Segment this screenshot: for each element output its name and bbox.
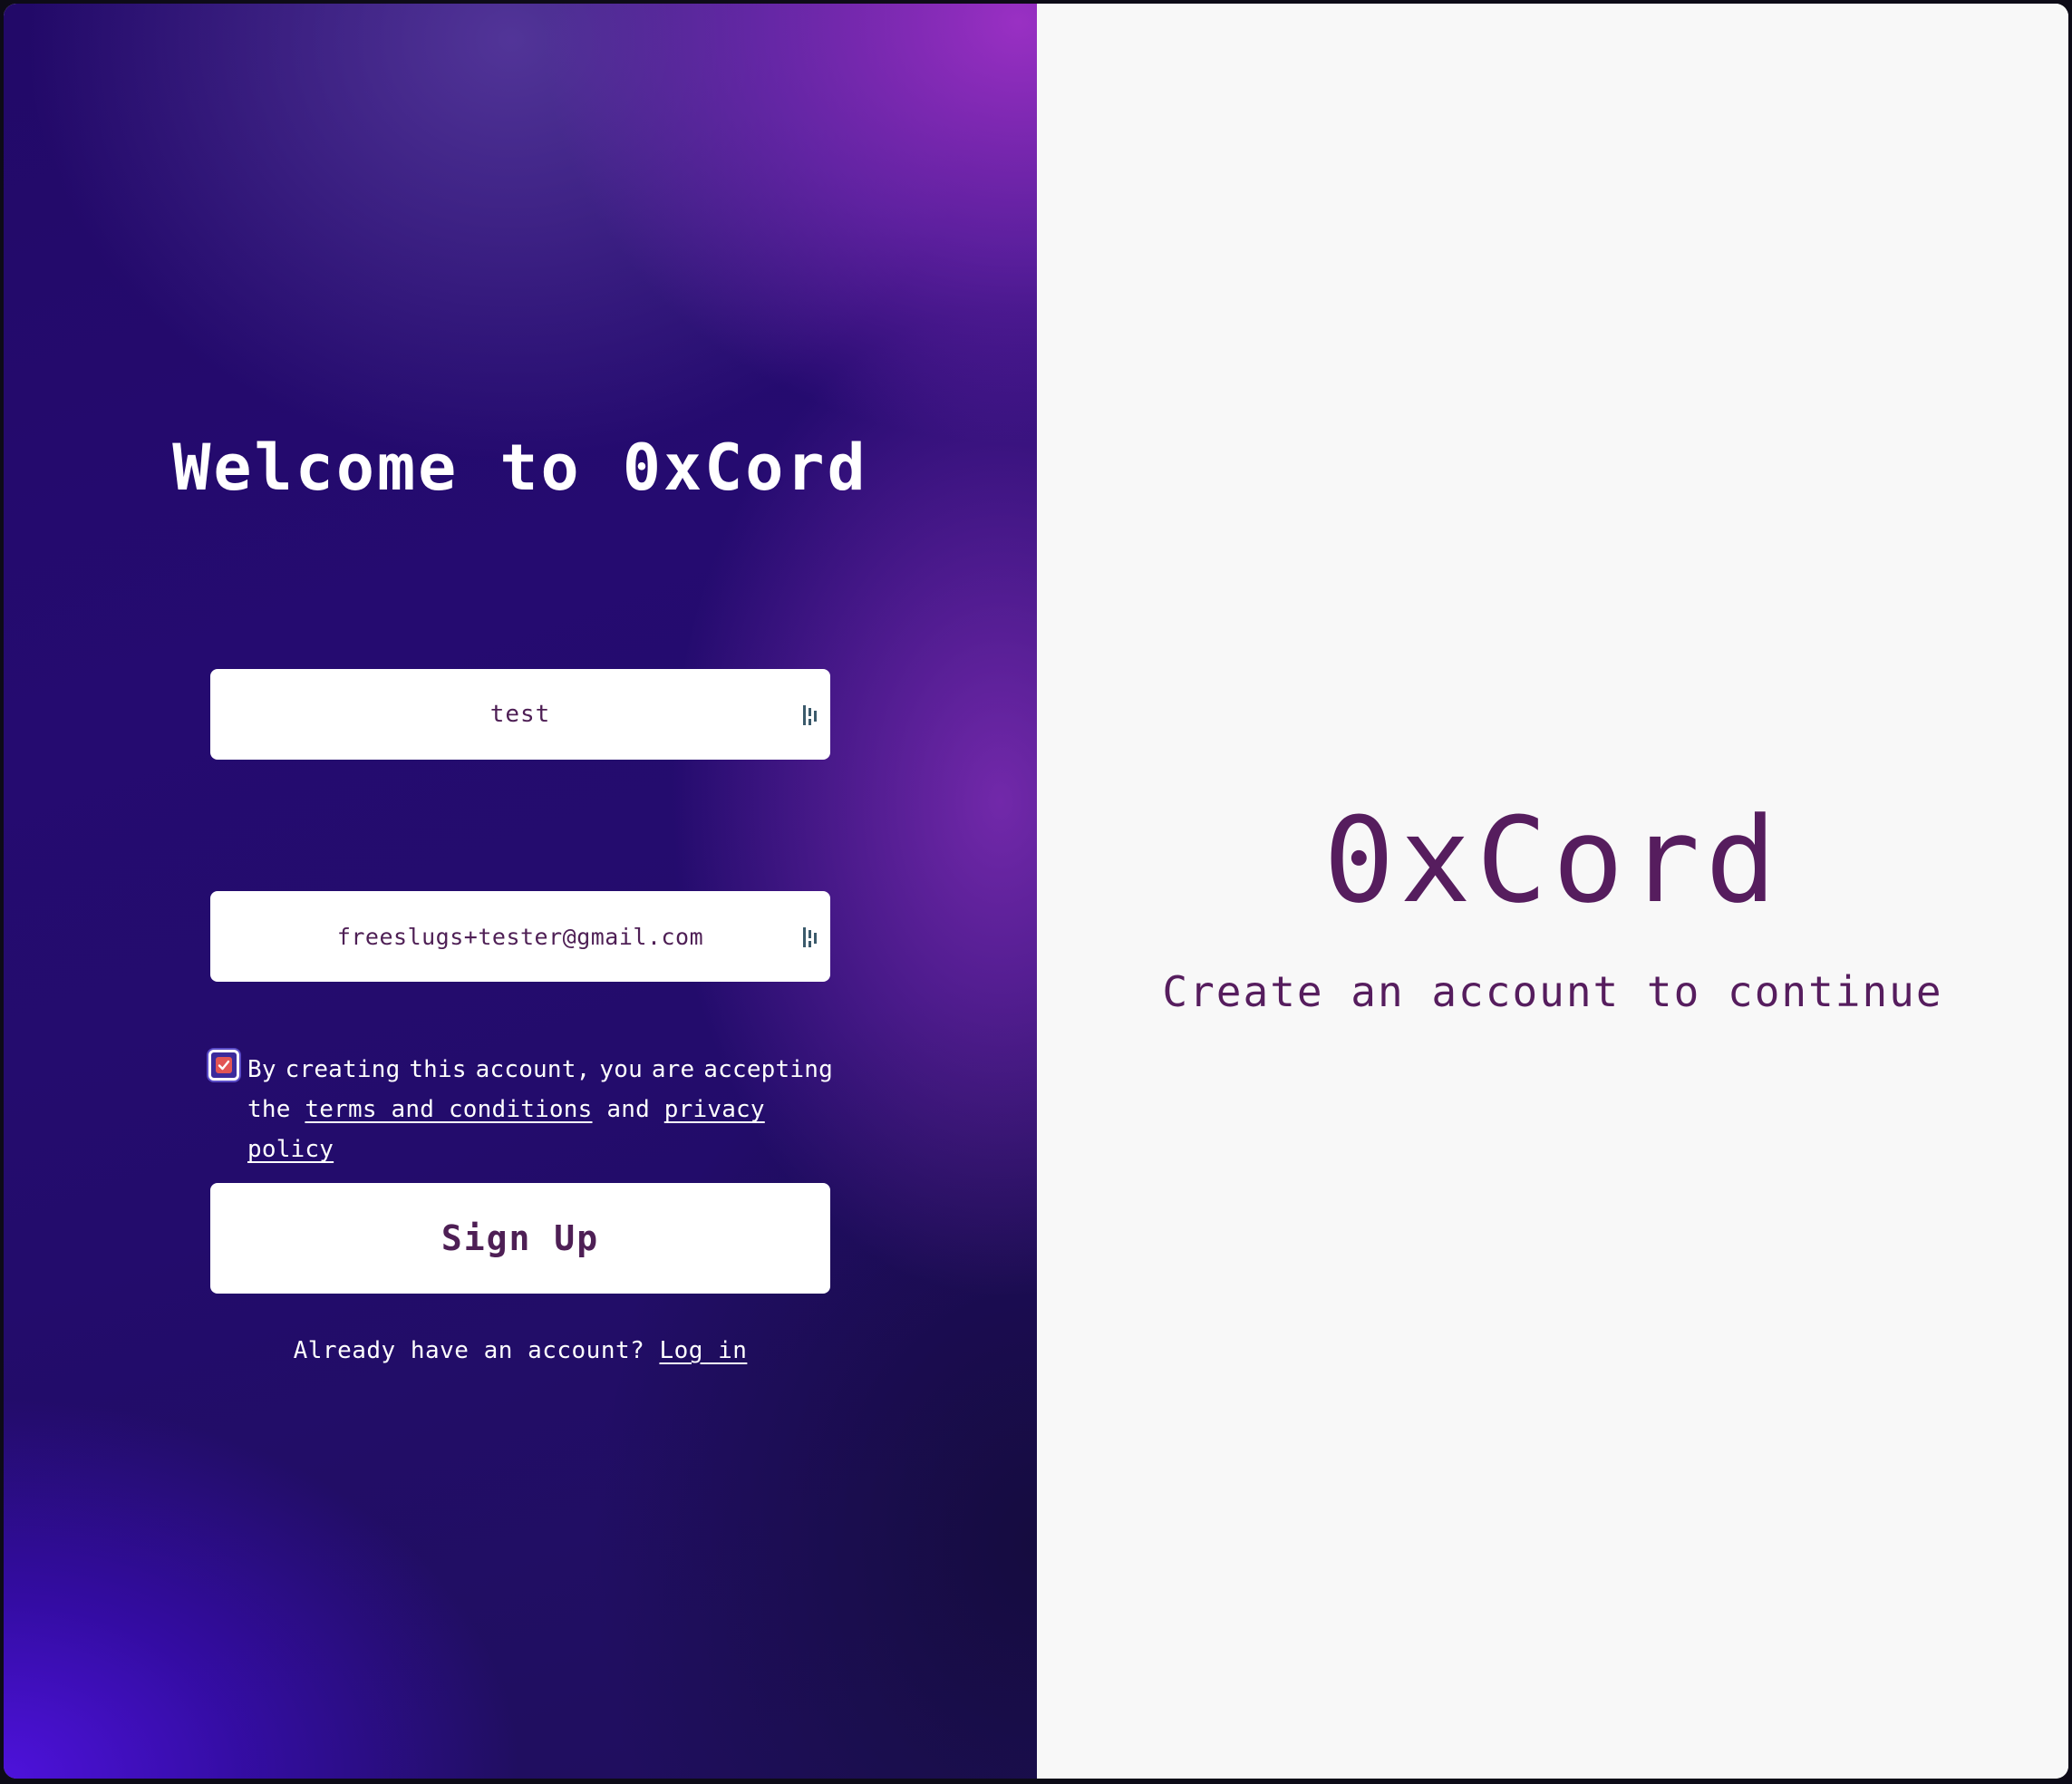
consent-word: accepting (703, 1056, 833, 1083)
username-input[interactable] (210, 669, 830, 760)
signup-panel: Welcome to 0xCord test freeslugs+tester@… (4, 4, 1037, 1779)
sign-up-button[interactable]: Sign Up (210, 1183, 830, 1294)
password-manager-icon[interactable] (801, 703, 821, 727)
consent-line-1: By creating this account, you are accept… (247, 1050, 833, 1090)
consent-word: are (651, 1056, 695, 1083)
consent-conjunction: and (606, 1096, 650, 1123)
app-window: Welcome to 0xCord test freeslugs+tester@… (4, 4, 2068, 1779)
login-prompt: Already have an account? Log in (4, 1333, 1037, 1369)
password-manager-icon[interactable] (801, 926, 821, 949)
consent-text: By creating this account, you are accept… (247, 1050, 857, 1169)
consent-word: this (409, 1056, 467, 1083)
email-field[interactable] (210, 891, 830, 982)
consent-word: By (247, 1056, 276, 1083)
consent-word: you (599, 1056, 643, 1083)
consent-word: creating (285, 1056, 401, 1083)
brand-panel: 0xCord Create an account to continue (1037, 4, 2068, 1779)
checkmark-icon (216, 1057, 232, 1073)
brand-subtitle: Create an account to continue (1162, 967, 1943, 1016)
username-field[interactable] (210, 669, 830, 760)
page-title: Welcome to 0xCord (172, 431, 868, 505)
email-input[interactable] (210, 891, 830, 982)
brand-name: 0xCord (1323, 791, 1782, 929)
consent-word: account, (475, 1056, 591, 1083)
login-prompt-text: Already have an account? (293, 1337, 645, 1364)
terms-link[interactable]: terms and conditions (305, 1096, 592, 1123)
consent-line-2: the terms and conditions and privacy pol… (247, 1090, 857, 1169)
terms-checkbox[interactable] (208, 1050, 239, 1081)
login-link[interactable]: Log in (659, 1337, 747, 1364)
terms-consent: By creating this account, you are accept… (207, 1048, 841, 1163)
consent-prefix: the (247, 1096, 291, 1123)
